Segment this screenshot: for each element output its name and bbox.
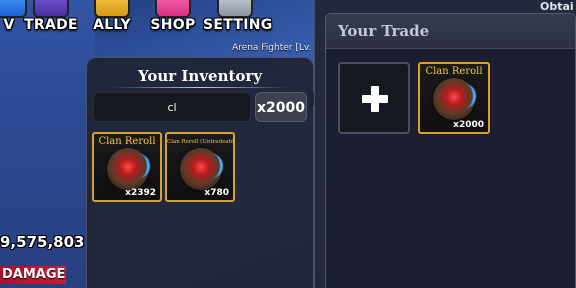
player-name-tag: Arena Fighter [Lv. 12 <box>232 43 326 53</box>
your-trade-panel: Your Trade <box>325 13 576 288</box>
item-count: x2000 <box>453 120 484 130</box>
add-item-button[interactable] <box>338 62 410 134</box>
inventory-item-clan-reroll-untradeable[interactable]: Clan Reroll (Untradeable) x780 <box>165 132 235 202</box>
orb-glow-icon <box>454 84 476 108</box>
item-name: Clan Reroll <box>98 136 156 147</box>
trade-item-clan-reroll[interactable]: Clan Reroll x2000 <box>418 62 490 134</box>
orb-glow-icon <box>201 154 223 178</box>
inventory-panel: Your Inventory cl x2000 Clan Reroll x239… <box>86 57 314 288</box>
nav-button-v[interactable]: V <box>0 0 27 40</box>
obtain-label: Obtai <box>540 0 574 13</box>
orb-glow-icon <box>128 154 150 178</box>
nav-button-setting[interactable]: SETTING <box>203 0 273 40</box>
nav-label: ALLY <box>93 17 131 33</box>
trade-icon <box>33 0 69 18</box>
trade-quantity-input[interactable]: x2000 <box>255 92 307 122</box>
damage-value: 9,575,803 <box>0 233 85 251</box>
ally-icon <box>94 0 130 18</box>
nav-button-ally[interactable]: ALLY <box>88 0 136 40</box>
item-count: x2392 <box>125 188 156 198</box>
nav-button-trade[interactable]: TRADE <box>23 0 79 40</box>
trade-header: Your Trade <box>326 14 575 49</box>
nav-label: SETTING <box>203 17 273 33</box>
inventory-title: Your Inventory <box>87 67 313 88</box>
inventory-search-input[interactable]: cl <box>93 92 251 122</box>
item-name: Clan Reroll (Untradeable) <box>167 139 233 145</box>
nav-label: TRADE <box>24 17 78 33</box>
item-name: Clan Reroll <box>425 66 483 77</box>
item-count: x780 <box>204 188 229 198</box>
inventory-item-clan-reroll[interactable]: Clan Reroll x2392 <box>92 132 162 202</box>
nav-label: V <box>3 17 15 33</box>
trade-title: Your Trade <box>338 22 430 40</box>
plus-icon <box>362 86 388 112</box>
nav-button-shop[interactable]: SHOP <box>147 0 199 40</box>
nav-label: SHOP <box>150 17 196 33</box>
shop-icon <box>155 0 191 18</box>
gear-icon <box>217 0 253 18</box>
damage-label: DAMAGE <box>0 266 66 284</box>
